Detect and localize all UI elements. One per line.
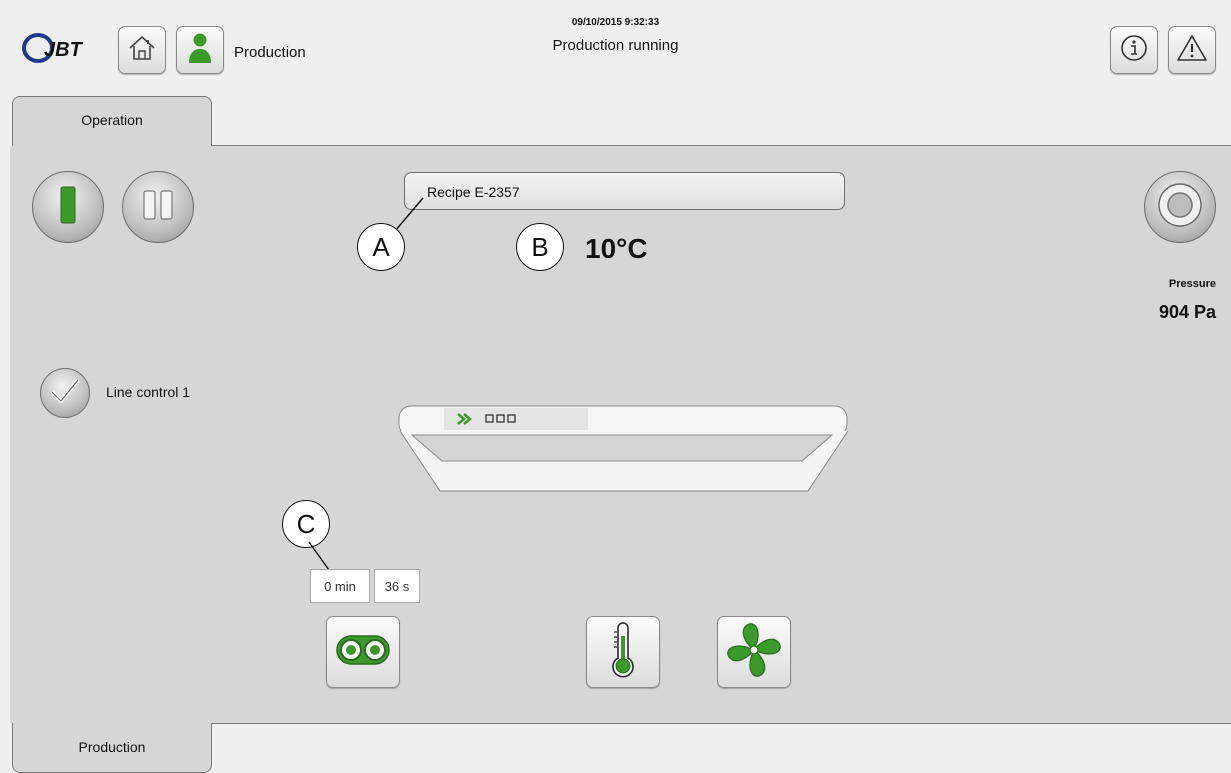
conveyor-icon <box>335 633 391 672</box>
stop-button[interactable] <box>1144 171 1216 243</box>
start-icon <box>58 185 78 230</box>
timer-seconds: 36 s <box>374 569 420 603</box>
thermometer-icon <box>610 621 636 683</box>
warning-icon <box>1176 33 1208 68</box>
pause-button[interactable] <box>122 171 194 243</box>
production-status: Production running <box>552 37 679 54</box>
fan-icon <box>725 621 783 684</box>
recipe-label: Recipe E-2357 <box>427 184 520 200</box>
timer-minutes: 0 min <box>310 569 370 603</box>
tab-operation[interactable]: Operation <box>12 96 212 146</box>
temperature-value: 10°C <box>585 233 648 264</box>
pressure-value: 904 Pa <box>1158 302 1216 322</box>
callout-c-leader <box>308 541 330 571</box>
callout-a: A <box>357 223 405 271</box>
pressure-label: Pressure <box>1168 278 1216 290</box>
start-button[interactable] <box>32 171 104 243</box>
conveyor-button[interactable] <box>326 616 400 688</box>
datetime: 09/10/2015 9:32:33 <box>571 17 660 28</box>
check-icon <box>48 376 82 411</box>
info-icon <box>1119 33 1149 68</box>
line-control-label: Line control 1 <box>106 384 191 400</box>
line-control-toggle[interactable] <box>40 368 90 418</box>
recipe-field[interactable]: Recipe E-2357 <box>404 172 845 210</box>
tab-production[interactable]: Production <box>12 723 212 773</box>
conveyor-graphic <box>398 405 849 492</box>
stop-icon <box>1155 180 1205 235</box>
pause-icon <box>140 188 176 227</box>
fan-button[interactable] <box>717 616 791 688</box>
callout-b: B <box>516 223 564 271</box>
temperature-button[interactable] <box>586 616 660 688</box>
warning-button[interactable] <box>1168 26 1216 74</box>
bottom-tab-strip-line <box>212 723 1231 724</box>
info-button[interactable] <box>1110 26 1158 74</box>
